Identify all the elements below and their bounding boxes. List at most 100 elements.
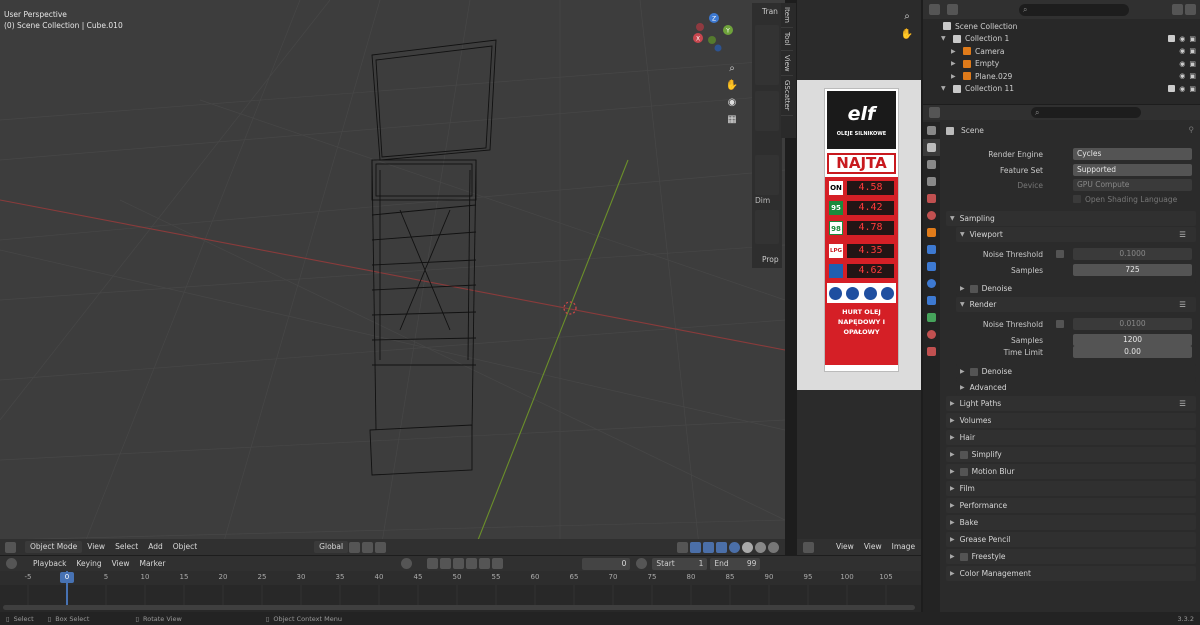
menu-view[interactable]: View xyxy=(82,539,110,555)
wireframe-shading-icon[interactable] xyxy=(729,541,740,553)
render-tab-icon[interactable] xyxy=(923,139,940,156)
next-keyframe-icon[interactable] xyxy=(479,558,491,569)
advanced-subpanel[interactable]: ▶ Advanced xyxy=(956,380,1196,395)
vp-samples-field[interactable]: 725 xyxy=(1073,264,1192,276)
overlay-toggle-icon[interactable] xyxy=(703,541,714,553)
render-engine-dropdown[interactable]: Cycles xyxy=(1073,148,1192,160)
filter-icon[interactable] xyxy=(1172,4,1183,15)
play-icon[interactable] xyxy=(466,558,478,569)
render-camera-icon[interactable]: ▣ xyxy=(1189,47,1196,55)
solid-shading-icon[interactable] xyxy=(742,541,753,553)
osl-checkbox[interactable]: Open Shading Language xyxy=(1073,195,1177,204)
particles-tab-icon[interactable] xyxy=(923,258,940,275)
play-reverse-icon[interactable] xyxy=(453,558,465,569)
tab-tool[interactable]: Tool xyxy=(781,28,793,51)
keyframe-area[interactable] xyxy=(0,585,921,605)
menu-view[interactable]: View xyxy=(107,556,135,572)
render-camera-icon[interactable]: ▣ xyxy=(1189,72,1196,80)
object-tab-icon[interactable] xyxy=(923,224,940,241)
menu-view[interactable]: View xyxy=(859,539,887,555)
visibility-eye-icon[interactable]: ◉ xyxy=(1179,47,1185,55)
visibility-eye-icon[interactable]: ◉ xyxy=(1179,35,1185,43)
device-dropdown[interactable]: GPU Compute xyxy=(1073,179,1192,191)
xray-toggle-icon[interactable] xyxy=(716,541,727,553)
expand-chevron-icon[interactable]: ▼ xyxy=(941,35,949,42)
panel-header-film[interactable]: ▶ Film xyxy=(946,481,1196,496)
visibility-eye-icon[interactable]: ◉ xyxy=(1179,72,1185,80)
exclude-checkbox[interactable] xyxy=(1168,84,1176,92)
tab-item[interactable]: Item xyxy=(781,3,793,28)
outliner-search-input[interactable]: ⌕ xyxy=(1019,3,1129,16)
outliner[interactable]: ⌕ Scene Collection ▼ Collection 1 ◉ ▣ ▶ Camera… xyxy=(923,0,1200,104)
material-shading-icon[interactable] xyxy=(755,541,766,553)
expand-chevron-icon[interactable]: ▼ xyxy=(941,85,949,92)
menu-image[interactable]: Image xyxy=(887,539,921,555)
vp-noise-threshold-checkbox[interactable] xyxy=(1056,250,1064,258)
render-subpanel-header[interactable]: ▼ Render ☰ xyxy=(956,297,1196,312)
preset-menu-icon[interactable]: ☰ xyxy=(1179,399,1186,408)
preset-menu-icon[interactable]: ☰ xyxy=(1179,300,1186,309)
vp-denoise-subpanel[interactable]: ▶ Denoise xyxy=(956,281,1196,296)
navigation-gizmo[interactable]: Z Y X xyxy=(688,10,748,70)
properties-editor[interactable]: ⌕ Scene ⚲ Render Engine Cycles Feature S… xyxy=(923,105,1200,612)
snap-icon[interactable] xyxy=(362,541,374,553)
visibility-eye-icon[interactable]: ◉ xyxy=(1179,85,1185,93)
pin-icon[interactable]: ⚲ xyxy=(1189,125,1195,134)
visibility-icon[interactable] xyxy=(677,541,688,553)
display-mode-icon[interactable] xyxy=(947,4,958,15)
playhead-frame[interactable]: 0 xyxy=(60,572,74,583)
menu-playback[interactable]: Playback xyxy=(28,556,71,572)
timeline-scrollbar[interactable] xyxy=(3,605,915,610)
panel-enable-checkbox[interactable] xyxy=(959,450,968,459)
expand-chevron-icon[interactable]: ▶ xyxy=(951,60,959,67)
exclude-checkbox[interactable] xyxy=(1168,34,1176,42)
editor-type-icon[interactable] xyxy=(803,541,814,553)
expand-chevron-icon[interactable]: ▶ xyxy=(951,73,959,80)
jump-end-icon[interactable] xyxy=(492,558,504,569)
outliner-row[interactable]: ▶ Empty ◉ ▣ xyxy=(923,58,1200,70)
feature-set-dropdown[interactable]: Supported xyxy=(1073,164,1192,176)
menu-select[interactable]: Select xyxy=(110,539,143,555)
camera-view-icon[interactable]: ◉ xyxy=(725,96,739,110)
properties-search-input[interactable]: ⌕ xyxy=(1031,107,1141,118)
menu-add[interactable]: Add xyxy=(143,539,168,555)
prev-keyframe-icon[interactable] xyxy=(440,558,452,569)
menu-marker[interactable]: Marker xyxy=(134,556,170,572)
view-layer-tab-icon[interactable] xyxy=(923,173,940,190)
expand-chevron-icon[interactable]: ▶ xyxy=(951,48,959,55)
material-tab-icon[interactable] xyxy=(923,326,940,343)
properties-header[interactable]: Prop xyxy=(762,255,779,264)
tool-tab-icon[interactable] xyxy=(923,122,940,139)
transform-header[interactable]: Tran xyxy=(762,7,778,16)
tab-view[interactable]: View xyxy=(781,51,793,77)
scene-tab-icon[interactable] xyxy=(923,190,940,207)
pan-hand-icon[interactable]: ✋ xyxy=(900,28,914,42)
render-camera-icon[interactable]: ▣ xyxy=(1189,85,1196,93)
location-fields[interactable] xyxy=(755,25,779,85)
zoom-icon[interactable]: ⌕ xyxy=(725,62,739,76)
sampling-panel-header[interactable]: ▼ Sampling xyxy=(946,211,1196,226)
panel-header-simplify[interactable]: ▶ Simplify xyxy=(946,447,1196,462)
clock-icon[interactable] xyxy=(636,558,648,569)
transform-orientation-dropdown[interactable]: Global xyxy=(314,541,349,553)
panel-header-bake[interactable]: ▶ Bake xyxy=(946,515,1196,530)
physics-tab-icon[interactable] xyxy=(923,275,940,292)
panel-header-light-paths[interactable]: ▶ Light Paths ☰ xyxy=(946,396,1196,411)
grid-perspective-icon[interactable]: ▦ xyxy=(725,113,739,127)
rotation-fields[interactable] xyxy=(755,91,779,131)
output-tab-icon[interactable] xyxy=(923,156,940,173)
outliner-row[interactable]: ▼ Collection 1 ◉ ▣ xyxy=(923,33,1200,45)
editor-type-icon[interactable] xyxy=(5,541,16,553)
outliner-row[interactable]: ▶ Camera ◉ ▣ xyxy=(923,45,1200,57)
mode-dropdown[interactable]: Object Mode xyxy=(25,541,83,553)
dimensions-fields[interactable] xyxy=(755,210,779,244)
new-collection-icon[interactable] xyxy=(1185,4,1196,15)
editor-type-icon[interactable] xyxy=(929,4,940,15)
start-frame-field[interactable]: Start 1 xyxy=(652,557,708,570)
menu-object[interactable]: Object xyxy=(168,539,202,555)
current-frame-field[interactable]: 0 xyxy=(582,557,631,570)
r-noise-threshold-checkbox[interactable] xyxy=(1056,320,1064,328)
menu-view-dropdown[interactable]: View xyxy=(831,539,859,555)
record-icon[interactable] xyxy=(401,558,413,569)
editor-type-icon[interactable] xyxy=(929,107,940,118)
